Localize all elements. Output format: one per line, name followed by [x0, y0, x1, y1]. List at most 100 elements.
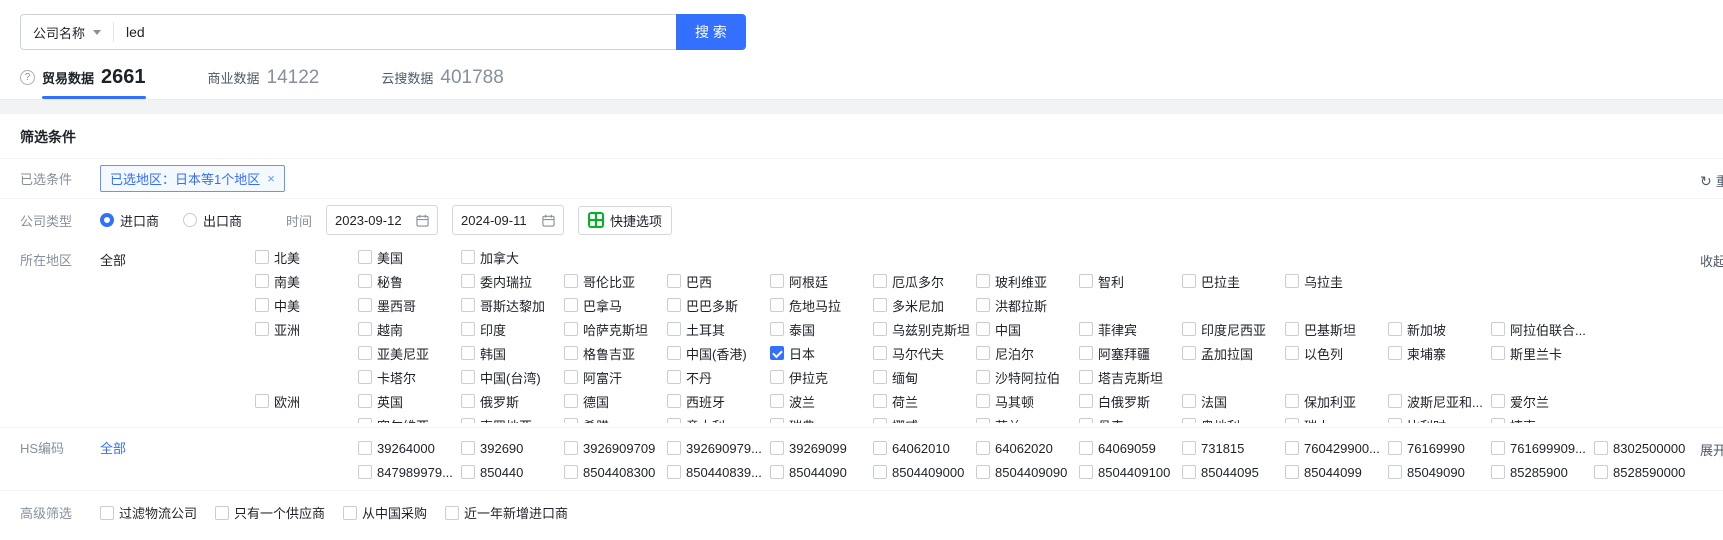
hs-code-option[interactable]: 85044090 [770, 462, 873, 482]
checkbox-icon[interactable] [770, 322, 784, 336]
country-option[interactable]: 西班牙 [667, 391, 770, 411]
country-option[interactable]: 挪威 [873, 415, 976, 423]
checkbox-icon[interactable] [1079, 274, 1093, 288]
hs-code-option[interactable]: 85044099 [1285, 462, 1388, 482]
checkbox-icon[interactable] [358, 274, 372, 288]
region-all-button[interactable]: 全部 [100, 247, 255, 269]
country-option[interactable]: 泰国 [770, 319, 873, 339]
checkbox-icon[interactable] [770, 441, 784, 455]
hs-code-option[interactable]: 850440 [461, 462, 564, 482]
country-option[interactable]: 瑞典 [770, 415, 873, 423]
checkbox-icon[interactable] [461, 322, 475, 336]
country-option[interactable]: 马尔代夫 [873, 343, 976, 363]
checkbox-icon[interactable] [873, 465, 887, 479]
country-option[interactable]: 阿根廷 [770, 271, 873, 291]
country-option[interactable]: 缅甸 [873, 367, 976, 387]
country-option[interactable]: 乌拉圭 [1285, 271, 1388, 291]
checkbox-icon[interactable] [1491, 322, 1505, 336]
checkbox-icon[interactable] [564, 298, 578, 312]
checkbox-icon[interactable] [461, 394, 475, 408]
checkbox-icon[interactable] [1079, 465, 1093, 479]
checkbox-icon[interactable] [1491, 418, 1505, 423]
hs-code-option[interactable]: 392690979... [667, 438, 770, 458]
checkbox-icon[interactable] [461, 250, 475, 264]
country-option[interactable]: 尼泊尔 [976, 343, 1079, 363]
checkbox-icon[interactable] [873, 441, 887, 455]
checkbox-icon[interactable] [358, 418, 372, 423]
checkbox-icon[interactable] [873, 394, 887, 408]
country-option[interactable]: 德国 [564, 391, 667, 411]
tab-trade-data[interactable]: ?贸易数据2661 [20, 66, 150, 99]
checkbox-icon[interactable] [1285, 394, 1299, 408]
checkbox-icon[interactable] [564, 274, 578, 288]
country-option[interactable]: 委内瑞拉 [461, 271, 564, 291]
country-option[interactable]: 韩国 [461, 343, 564, 363]
checkbox-icon[interactable] [564, 370, 578, 384]
country-option[interactable]: 土耳其 [667, 319, 770, 339]
checkbox-icon[interactable] [1388, 418, 1402, 423]
hs-code-option[interactable]: 64069059 [1079, 438, 1182, 458]
checkbox-icon[interactable] [215, 506, 229, 520]
checkbox-icon[interactable] [255, 394, 269, 408]
checkbox-icon[interactable] [564, 346, 578, 360]
country-option[interactable]: 阿富汗 [564, 367, 667, 387]
expand-button[interactable]: 展开 [1700, 440, 1723, 459]
country-option[interactable]: 阿塞拜疆 [1079, 343, 1182, 363]
country-option[interactable]: 白俄罗斯 [1079, 391, 1182, 411]
checkbox-icon[interactable] [770, 418, 784, 423]
tab-business-data[interactable]: 商业数据14122 [208, 66, 324, 99]
checkbox-icon[interactable] [1388, 441, 1402, 455]
checkbox-icon[interactable] [1491, 465, 1505, 479]
hs-code-option[interactable]: 64062010 [873, 438, 976, 458]
search-input[interactable] [114, 15, 676, 49]
checkbox-icon[interactable] [1285, 465, 1299, 479]
country-option[interactable]: 不丹 [667, 367, 770, 387]
checkbox-icon[interactable] [976, 298, 990, 312]
checkbox-icon[interactable] [358, 250, 372, 264]
search-category-select[interactable]: 公司名称 [21, 15, 113, 49]
country-option[interactable]: 越南 [358, 319, 461, 339]
hs-code-option[interactable]: 760429900... [1285, 438, 1388, 458]
checkbox-icon[interactable] [1182, 394, 1196, 408]
checkbox-icon[interactable] [770, 370, 784, 384]
checkbox-icon[interactable] [1079, 441, 1093, 455]
hs-code-option[interactable]: 392690 [461, 438, 564, 458]
advanced-option[interactable]: 只有一个供应商 [215, 503, 325, 522]
checkbox-icon[interactable] [1285, 441, 1299, 455]
checkbox-icon[interactable] [976, 370, 990, 384]
checkbox-icon[interactable] [770, 465, 784, 479]
hs-code-option[interactable]: 39264000 [358, 438, 461, 458]
date-to-input[interactable]: 2024-09-11 [452, 205, 564, 235]
country-option[interactable]: 智利 [1079, 271, 1182, 291]
checkbox-icon[interactable] [667, 370, 681, 384]
hs-code-option[interactable]: 8504409090 [976, 462, 1079, 482]
country-option[interactable]: 哥伦比亚 [564, 271, 667, 291]
country-option[interactable]: 法国 [1182, 391, 1285, 411]
checkbox-icon[interactable] [976, 346, 990, 360]
checkbox-icon[interactable] [564, 418, 578, 423]
checkbox-icon[interactable] [873, 298, 887, 312]
checkbox-icon[interactable] [1491, 346, 1505, 360]
advanced-option[interactable]: 过滤物流公司 [100, 503, 197, 522]
country-option[interactable]: 英国 [358, 391, 461, 411]
advanced-option[interactable]: 近一年新增进口商 [445, 503, 568, 522]
checkbox-icon[interactable] [667, 298, 681, 312]
checkbox-icon[interactable] [1491, 394, 1505, 408]
checkbox-icon[interactable] [873, 274, 887, 288]
checkbox-icon[interactable] [358, 370, 372, 384]
checkbox-icon[interactable] [667, 441, 681, 455]
checkbox-icon[interactable] [1285, 418, 1299, 423]
checkbox-icon[interactable] [358, 298, 372, 312]
checkbox-icon[interactable] [1388, 394, 1402, 408]
checkbox-icon[interactable] [1182, 322, 1196, 336]
country-option[interactable]: 新加坡 [1388, 319, 1491, 339]
checkbox-icon[interactable] [667, 274, 681, 288]
country-option[interactable]: 印度 [461, 319, 564, 339]
country-option[interactable]: 中国 [976, 319, 1079, 339]
checkbox-icon[interactable] [1182, 465, 1196, 479]
checkbox-icon[interactable] [461, 298, 475, 312]
checkbox-icon[interactable] [667, 465, 681, 479]
checkbox-icon[interactable] [976, 441, 990, 455]
close-icon[interactable]: × [267, 172, 275, 185]
checkbox-icon[interactable] [667, 346, 681, 360]
